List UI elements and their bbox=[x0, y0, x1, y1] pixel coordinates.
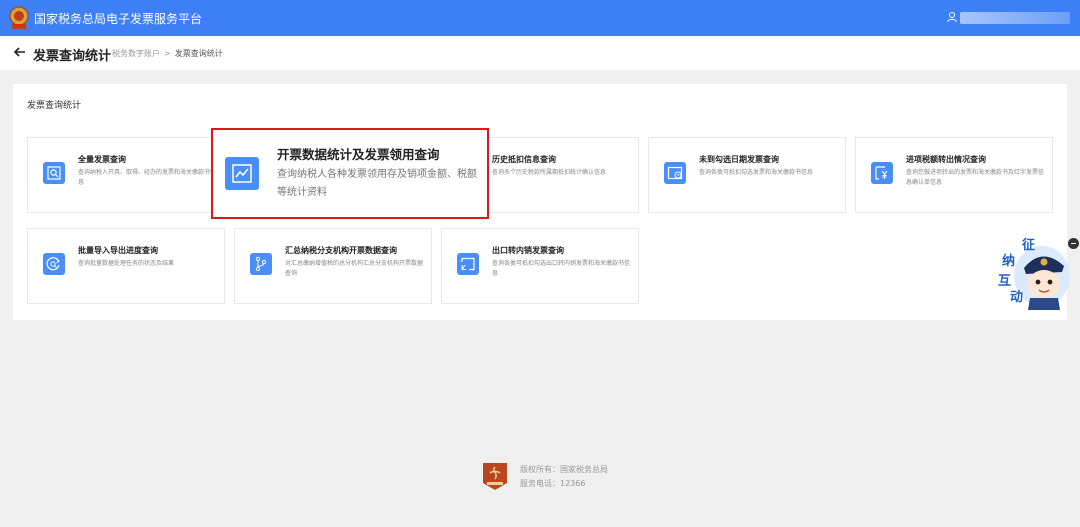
card-title: 全量发票查询 bbox=[78, 155, 126, 164]
branch-icon bbox=[250, 253, 272, 275]
card-description: 查询您做进项转出的发票和海关缴款书及红字发票信息确认单信息 bbox=[906, 169, 1045, 186]
back-arrow-icon[interactable] bbox=[13, 45, 27, 59]
breadcrumb: 税务数字账户 > 发票查询统计 bbox=[112, 48, 223, 59]
yen-document-icon bbox=[871, 162, 893, 184]
user-name[interactable] bbox=[960, 12, 1070, 24]
footer-tax-emblem-icon bbox=[483, 463, 507, 490]
refresh-search-icon bbox=[43, 253, 65, 275]
calendar-clock-icon bbox=[664, 162, 686, 184]
card-title: 未到勾选日期发票查询 bbox=[699, 155, 779, 164]
app-title: 国家税务总局电子发票服务平台 bbox=[34, 12, 203, 26]
page-title: 发票查询统计 bbox=[33, 49, 112, 64]
mascot-char: 动 bbox=[1010, 290, 1024, 305]
top-bar: 国家税务总局电子发票服务平台 bbox=[0, 0, 1080, 36]
search-document-icon bbox=[43, 162, 65, 184]
card-invoice-statistics-query[interactable]: 开票数据统计及发票领用查询 查询纳税人各种发票领用存及销项金额、税额等统计资料 bbox=[211, 128, 489, 219]
card-pending-selection-query[interactable]: 未到勾选日期发票查询 查询各类可抵扣勾选发票和海关缴款书信息 bbox=[648, 137, 846, 213]
card-export-to-domestic-query[interactable]: 出口转内销发票查询 查询各类可抵扣勾选出口转内销发票和海关缴款书信息 bbox=[441, 228, 639, 304]
card-description: 查询各类可抵扣勾选发票和海关缴款书信息 bbox=[699, 169, 814, 176]
user-icon[interactable] bbox=[946, 11, 958, 23]
card-title: 汇总纳税分支机构开票数据查询 bbox=[285, 246, 397, 255]
chart-line-icon bbox=[225, 157, 259, 190]
card-title: 开票数据统计及发票领用查询 bbox=[277, 147, 440, 162]
card-branch-invoice-data-query[interactable]: 汇总纳税分支机构开票数据查询 对汇总缴纳增值税的总分机构汇总分支机构开票数据查询 bbox=[234, 228, 432, 304]
panel-title: 发票查询统计 bbox=[27, 101, 82, 111]
breadcrumb-separator: > bbox=[164, 49, 171, 58]
card-description: 查询纳税人各种发票领用存及销项金额、税额等统计资料 bbox=[277, 169, 477, 198]
tax-emblem-icon bbox=[9, 6, 29, 29]
card-description: 查询各类可抵扣勾选出口转内销发票和海关缴款书信息 bbox=[492, 260, 631, 277]
export-icon bbox=[457, 253, 479, 275]
breadcrumb-item-current: 发票查询统计 bbox=[174, 49, 223, 58]
mascot-close-button[interactable] bbox=[1068, 238, 1079, 249]
footer-copyright: 版权所有：国家税务总局 bbox=[520, 465, 608, 474]
mascot-char: 征 bbox=[1022, 238, 1036, 253]
card-description: 查询纳税人开具、取得、经办的发票和海关缴款书信息 bbox=[78, 169, 217, 186]
card-input-tax-transfer-query[interactable]: 进项税额转出情况查询 查询您做进项转出的发票和海关缴款书及红字发票信息确认单信息 bbox=[855, 137, 1053, 213]
card-description: 对汇总缴纳增值税的总分机构汇总分支机构开票数据查询 bbox=[285, 260, 424, 277]
card-title: 进项税额转出情况查询 bbox=[906, 155, 986, 164]
breadcrumb-item-account[interactable]: 税务数字账户 bbox=[112, 49, 160, 58]
sub-header: 发票查询统计 税务数字账户 > 发票查询统计 bbox=[0, 36, 1080, 70]
card-title: 历史抵扣信息查询 bbox=[492, 155, 556, 164]
mascot-char: 纳 bbox=[1002, 254, 1016, 269]
mascot-widget[interactable]: 征 纳 互 动 bbox=[994, 232, 1072, 310]
footer-phone: 服务电话：12366 bbox=[520, 479, 586, 488]
card-title: 批量导入导出进度查询 bbox=[78, 246, 158, 255]
card-description: 查询多个历史税款所属期抵扣统计确认信息 bbox=[492, 169, 607, 176]
card-description: 查询批量数据处理任务的状态及结果 bbox=[78, 260, 175, 267]
card-full-invoice-query[interactable]: 全量发票查询 查询纳税人开具、取得、经办的发票和海关缴款书信息 bbox=[27, 137, 225, 213]
card-batch-progress-query[interactable]: 批量导入导出进度查询 查询批量数据处理任务的状态及结果 bbox=[27, 228, 225, 304]
card-title: 出口转内销发票查询 bbox=[492, 246, 564, 255]
